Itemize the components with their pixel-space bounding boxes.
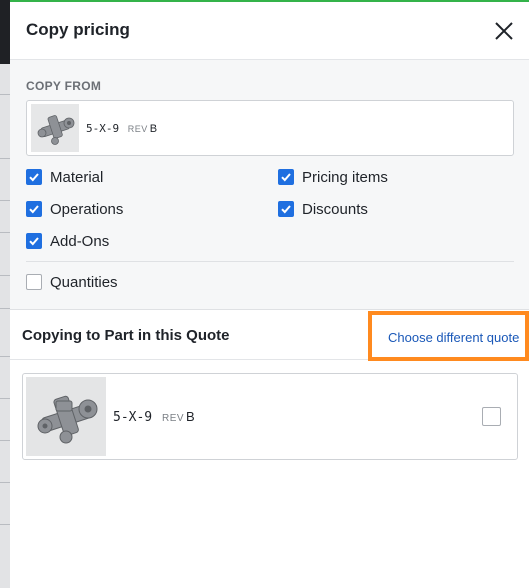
checkbox-checked-icon[interactable] — [26, 169, 42, 185]
option-label: Discounts — [302, 200, 368, 218]
source-part-card: 5-X-9 REV B — [26, 100, 514, 156]
panel-header: Copy pricing — [10, 2, 529, 60]
option-add-ons[interactable]: Add-Ons — [26, 230, 109, 252]
option-label: Material — [50, 168, 104, 186]
divider — [26, 261, 514, 262]
checkbox-checked-icon[interactable] — [278, 201, 294, 217]
copy-from-label: COPY FROM — [26, 79, 102, 93]
option-quantities[interactable]: Quantities — [26, 271, 118, 293]
checkbox-checked-icon[interactable] — [26, 201, 42, 217]
panel-title: Copy pricing — [26, 20, 130, 39]
source-part-name: 5-X-9 REV B — [86, 122, 158, 135]
option-label: Pricing items — [302, 168, 388, 186]
target-part-checkbox[interactable] — [482, 407, 501, 426]
target-part-name: 5-X-9 REV B — [113, 409, 195, 425]
option-label: Operations — [50, 200, 124, 218]
close-icon[interactable] — [493, 20, 515, 42]
target-part-card[interactable]: 5-X-9 REV B — [22, 373, 518, 460]
option-label: Quantities — [50, 273, 118, 291]
copy-to-title: Copying to Part in this Quote — [22, 327, 230, 344]
part-thumbnail — [26, 377, 106, 456]
background-app — [0, 0, 10, 588]
part-thumbnail — [31, 104, 79, 152]
checkbox-checked-icon[interactable] — [26, 233, 42, 249]
option-pricing-items[interactable]: Pricing items — [278, 166, 388, 188]
option-material[interactable]: Material — [26, 166, 103, 188]
option-discounts[interactable]: Discounts — [278, 198, 368, 220]
checkbox-checked-icon[interactable] — [278, 169, 294, 185]
choose-different-quote-link[interactable]: Choose different quote — [388, 330, 519, 345]
copy-pricing-panel: Copy pricing COPY FROM 5-X-9 REV B Mater… — [10, 0, 529, 588]
copy-from-section: COPY FROM 5-X-9 REV B Material Pricing i… — [10, 60, 529, 310]
option-operations[interactable]: Operations — [26, 198, 123, 220]
checkbox-unchecked-icon[interactable] — [26, 274, 42, 290]
copy-to-header: Copying to Part in this Quote Choose dif… — [10, 311, 529, 361]
option-label: Add-Ons — [50, 232, 110, 250]
choose-quote-highlight: Choose different quote — [368, 311, 529, 361]
